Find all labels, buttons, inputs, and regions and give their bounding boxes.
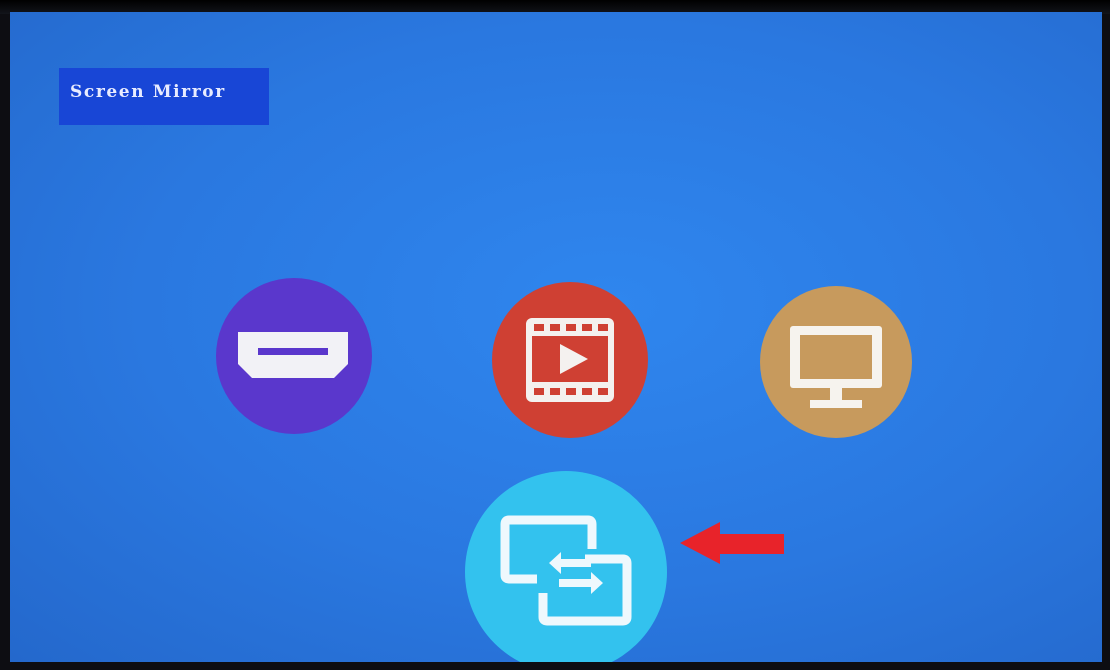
page-title-banner: Screen Mirror <box>59 68 269 125</box>
pc-source-button[interactable] <box>760 286 912 438</box>
hdmi-source-button[interactable] <box>216 278 372 434</box>
film-play-icon <box>526 318 614 402</box>
video-source-button[interactable] <box>492 282 648 438</box>
red-arrow-left-icon <box>680 522 784 564</box>
tv-screen: Screen Mirror <box>10 12 1102 662</box>
screen-mirror-button[interactable] <box>465 471 667 662</box>
screen-mirror-icon <box>500 515 632 626</box>
page-title: Screen Mirror <box>70 82 226 102</box>
hdmi-icon <box>238 332 348 378</box>
monitor-icon <box>790 326 882 408</box>
